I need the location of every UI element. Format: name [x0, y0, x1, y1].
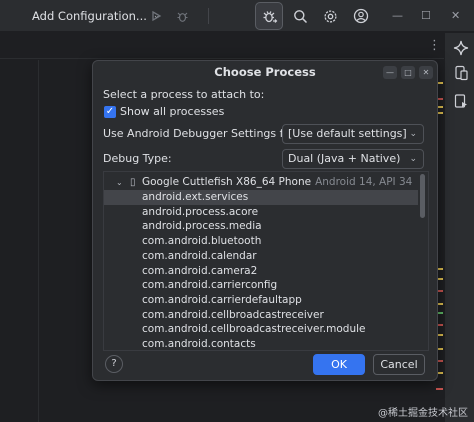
process-name: com.android.carrierconfig [142, 279, 278, 292]
device-api: Android 14, API 34 [315, 176, 413, 188]
watermark: @稀土掘金技术社区 [378, 408, 468, 419]
process-name: com.android.cellbroadcastreceiver.module [142, 323, 366, 336]
debug-type-value: Dual (Java + Native) [288, 152, 401, 165]
process-name: com.android.contacts [142, 338, 256, 350]
show-all-processes-label[interactable]: Show all processes [120, 105, 224, 118]
right-tool-strip [444, 33, 474, 422]
process-item[interactable]: android.process.media [104, 219, 418, 234]
process-item[interactable]: com.android.calendar [104, 249, 418, 264]
ok-button[interactable]: OK [313, 354, 365, 375]
debug-type-dropdown[interactable]: Dual (Java + Native) ⌄ [282, 149, 424, 169]
process-item[interactable]: com.android.cellbroadcastreceiver [104, 308, 418, 323]
process-name: com.android.bluetooth [142, 235, 262, 248]
running-devices-icon[interactable] [453, 93, 469, 109]
process-name: android.process.media [142, 220, 262, 233]
search-icon[interactable] [290, 6, 310, 26]
help-button[interactable]: ? [105, 355, 123, 373]
process-item[interactable]: com.android.contacts [104, 337, 418, 350]
device-name: Google Cuttlefish X86_64 Phone [142, 176, 312, 188]
process-tree[interactable]: ⌄ ▯ Google Cuttlefish X86_64 Phone Androi… [103, 171, 429, 351]
attach-debugger-button[interactable] [255, 2, 283, 30]
gemini-icon[interactable] [453, 40, 469, 56]
editor-tab-bar [0, 33, 444, 59]
chevron-down-icon: ⌄ [409, 129, 417, 139]
debugger-settings-label: Use Android Debugger Settings from: [103, 127, 309, 140]
process-name: android.process.acore [142, 205, 259, 218]
error-stripe-marker[interactable] [436, 388, 443, 390]
main-toolbar: Add Configuration... ⌄ — ☐ ✕ [0, 0, 474, 32]
chevron-down-icon: ⌄ [409, 154, 417, 164]
process-name: com.android.camera2 [142, 264, 258, 277]
dialog-close-icon[interactable]: ✕ [419, 66, 433, 79]
account-icon[interactable] [351, 6, 371, 26]
settings-icon[interactable] [320, 6, 340, 26]
minimize-icon[interactable]: — [392, 9, 403, 22]
process-list-scrollbar[interactable] [420, 174, 425, 218]
process-item[interactable]: android.ext.services [104, 190, 418, 205]
run-icon[interactable] [146, 6, 166, 26]
device-node[interactable]: ⌄ ▯ Google Cuttlefish X86_64 Phone Androi… [104, 175, 418, 190]
process-item[interactable]: com.android.carrierconfig [104, 278, 418, 293]
debugger-settings-value: [Use default settings] [288, 127, 407, 140]
dialog-restore-icon[interactable]: □ [401, 66, 415, 79]
debug-type-label: Debug Type: [103, 152, 172, 165]
device-manager-icon[interactable] [453, 65, 469, 81]
process-name: android.ext.services [142, 191, 249, 203]
choose-process-dialog: Choose Process — □ ✕ Select a process to… [92, 60, 438, 381]
process-item[interactable]: com.android.bluetooth [104, 234, 418, 249]
close-icon[interactable]: ✕ [451, 9, 460, 22]
toolbar-separator [208, 8, 209, 24]
process-item[interactable]: com.android.camera2 [104, 264, 418, 279]
select-process-prompt: Select a process to attach to: [103, 88, 265, 101]
dialog-minimize-icon[interactable]: — [383, 66, 397, 79]
more-options-icon[interactable]: ⋮ [428, 38, 441, 53]
process-item[interactable]: android.process.acore [104, 205, 418, 220]
debugger-settings-dropdown[interactable]: [Use default settings] ⌄ [282, 124, 424, 144]
debug-icon[interactable] [172, 6, 192, 26]
editor-gutter-divider [38, 60, 39, 422]
maximize-icon[interactable]: ☐ [421, 9, 431, 22]
phone-icon: ▯ [130, 177, 136, 188]
run-configuration-label: Add Configuration... [32, 9, 147, 23]
process-item[interactable]: com.android.cellbroadcastreceiver.module [104, 322, 418, 337]
process-item[interactable]: com.android.carrierdefaultapp [104, 293, 418, 308]
process-name: com.android.calendar [142, 249, 257, 262]
process-name: com.android.carrierdefaultapp [142, 293, 302, 306]
process-name: com.android.cellbroadcastreceiver [142, 308, 324, 321]
attach-debugger-icon [263, 11, 278, 23]
expand-toggle-icon[interactable]: ⌄ [116, 175, 123, 190]
cancel-button[interactable]: Cancel [373, 354, 425, 375]
show-all-processes-checkbox[interactable]: ✓ [104, 106, 116, 118]
